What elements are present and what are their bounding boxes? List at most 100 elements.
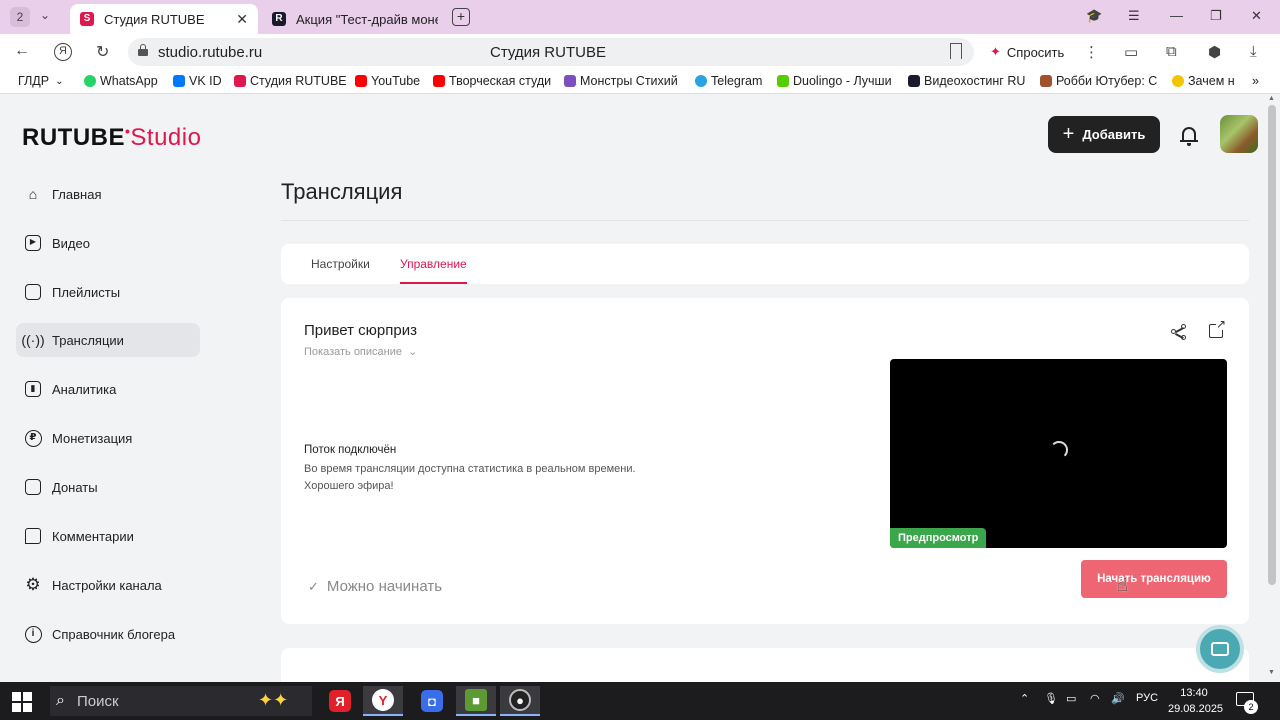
extensions-icon[interactable]: ⬢ xyxy=(1208,43,1221,61)
wifi-icon[interactable]: ◠ xyxy=(1090,692,1100,705)
taskbar-search-label: Поиск xyxy=(76,692,119,710)
sidebar-item-label: Плейлисты xyxy=(52,284,121,300)
minimize-icon[interactable]: — xyxy=(1170,8,1183,23)
volume-icon[interactable]: 🔊 xyxy=(1111,692,1125,705)
tab-settings[interactable]: Настройки xyxy=(311,257,370,271)
yandex-logo-icon[interactable]: Я xyxy=(54,43,72,61)
tabs-card: Настройки Управление xyxy=(281,244,1249,284)
youtube-icon xyxy=(433,75,445,87)
windows-start-icon[interactable] xyxy=(12,692,32,712)
ask-alice-button[interactable]: ✦ Спросить xyxy=(980,38,1074,66)
ready-status: ✓ Можно начинать xyxy=(308,578,442,595)
bookmark-whatsapp[interactable]: WhatsApp xyxy=(84,74,158,88)
bookmark-duolingo[interactable]: Duolingo - Лучши xyxy=(777,74,892,88)
clock-date: 29.08.2025 xyxy=(1168,703,1224,715)
bell-icon[interactable] xyxy=(1180,125,1198,146)
bookmark-videohosting[interactable]: Видеохостинг RU xyxy=(908,74,1025,88)
page-scrollbar[interactable] xyxy=(1268,105,1276,585)
battery-tray-icon[interactable]: ▭ xyxy=(1066,692,1076,705)
more-bookmarks-chevron-icon[interactable]: » xyxy=(1252,74,1259,88)
wallet-icon xyxy=(24,478,42,496)
url-field[interactable]: studio.rutube.ru Студия RUTUBE xyxy=(128,38,974,66)
reload-icon[interactable]: ↻ xyxy=(96,42,109,62)
rutube-studio-favicon-icon: S xyxy=(80,12,94,26)
avatar[interactable] xyxy=(1220,115,1258,153)
more-vertical-icon[interactable]: ⋮ xyxy=(1084,43,1099,61)
sidebar-item-monetization[interactable]: ₽ Монетизация xyxy=(16,421,200,455)
browser-tab-inactive[interactable]: R Акция "Тест-драйв моне xyxy=(262,4,448,34)
alice-spark-icon: ✦ xyxy=(990,44,1001,59)
copilot-sparkle-icon[interactable]: ✦✦ xyxy=(258,690,288,711)
tab-count-badge[interactable]: 2 xyxy=(10,7,30,27)
show-description-toggle[interactable]: Показать описание ⌄ xyxy=(304,345,417,358)
sidebar-item-label: Комментарии xyxy=(52,528,134,544)
analytics-icon: ▮ xyxy=(24,380,42,398)
ruble-icon: ₽ xyxy=(24,429,42,447)
add-button[interactable]: + Добавить xyxy=(1048,116,1160,153)
back-arrow-icon[interactable]: ← xyxy=(14,42,30,60)
bookmark-monsters[interactable]: Монстры Стихий xyxy=(564,74,678,88)
sidebar-item-donations[interactable]: Донаты xyxy=(16,470,200,504)
collections-icon[interactable]: ⧉ xyxy=(1166,43,1177,60)
tab-management[interactable]: Управление xyxy=(400,257,467,271)
support-chat-button[interactable] xyxy=(1196,625,1244,673)
bookmark-why[interactable]: Зачем н xyxy=(1172,74,1235,88)
browser-tab-active[interactable]: S Студия RUTUBE ✕ xyxy=(70,4,258,34)
plus-icon: + xyxy=(1062,123,1075,145)
restore-icon[interactable]: ❐ xyxy=(1210,8,1222,24)
start-broadcast-button[interactable]: Начать трансляцию xyxy=(1081,560,1227,598)
sidebar-item-label: Главная xyxy=(52,186,102,202)
sidebar-item-channel-settings[interactable]: ⚙ Настройки канала xyxy=(16,568,200,602)
loading-spinner-icon xyxy=(1050,441,1068,459)
sidebar-item-blogger-guide[interactable]: i Справочник блогера xyxy=(16,617,200,651)
bookmark-youtube[interactable]: YouTube xyxy=(355,74,420,88)
bookmark-vkid[interactable]: VK ID xyxy=(173,74,222,88)
share-icon[interactable] xyxy=(1171,324,1187,340)
close-tab-icon[interactable]: ✕ xyxy=(236,11,248,28)
tab-list-chevron-icon[interactable]: ⌄ xyxy=(40,8,50,22)
menu-icon[interactable]: ☰ xyxy=(1128,8,1140,24)
bookmark-telegram[interactable]: Telegram xyxy=(695,74,762,88)
sidebar-item-label: Трансляции xyxy=(52,332,124,348)
taskbar-yandex-app[interactable]: Я xyxy=(320,686,360,716)
sidebar-item-comments[interactable]: Комментарии xyxy=(16,519,200,553)
yandex-browser-icon: Y xyxy=(372,689,394,711)
tray-chevron-up-icon[interactable]: ⌃ xyxy=(1020,692,1029,705)
preview-badge: Предпросмотр xyxy=(890,528,987,548)
comment-icon xyxy=(24,527,42,545)
sidebar-item-label: Донаты xyxy=(52,479,98,495)
taskbar-minecraft-app[interactable]: ■ xyxy=(456,686,496,716)
bookmark-folder[interactable]: ГЛДР ⌄ xyxy=(18,74,63,88)
taskbar-discord-app[interactable]: ◘ xyxy=(412,686,452,716)
scroll-up-icon[interactable]: ▲ xyxy=(1268,95,1275,102)
bookmark-robbie[interactable]: Робби Ютубер: С xyxy=(1040,74,1157,88)
download-icon[interactable]: ⤓ xyxy=(1250,43,1257,60)
bookmark-creative-studio[interactable]: Творческая студи xyxy=(433,74,551,88)
search-icon: ⌕ xyxy=(56,692,65,709)
youtube-icon xyxy=(355,75,367,87)
scroll-down-icon[interactable]: ▼ xyxy=(1268,669,1275,676)
graduation-cap-icon[interactable]: 🎓 xyxy=(1086,8,1102,24)
sidebar-item-broadcasts[interactable]: ((·)) Трансляции xyxy=(16,323,200,357)
sidebar-item-home[interactable]: ⌂ Главная xyxy=(16,177,200,211)
language-indicator[interactable]: РУС xyxy=(1136,692,1158,704)
bookmark-rutube-studio[interactable]: Студия RUTUBE xyxy=(234,74,347,88)
open-external-icon[interactable]: ↗ xyxy=(1209,318,1226,338)
sidebar-item-video[interactable]: ▶ Видео xyxy=(16,226,200,260)
rutube-studio-icon xyxy=(234,75,246,87)
microphone-icon[interactable]: 🎙 xyxy=(1044,692,1058,705)
bookmark-icon[interactable] xyxy=(950,43,962,59)
status-heading: Поток подключён xyxy=(304,444,397,456)
new-tab-button[interactable]: + xyxy=(452,8,470,26)
taskbar-obs-app[interactable]: ● xyxy=(500,686,540,716)
ready-label: Можно начинать xyxy=(326,578,443,595)
sidebar-item-analytics[interactable]: ▮ Аналитика xyxy=(16,372,200,406)
stream-preview-player[interactable]: Предпросмотр xyxy=(890,359,1227,548)
close-window-icon[interactable]: ✕ xyxy=(1251,8,1262,24)
taskbar-yandex-browser[interactable]: Y xyxy=(363,686,403,716)
battery-icon[interactable]: ▭ xyxy=(1124,43,1138,61)
lock-icon xyxy=(138,44,148,56)
taskbar-clock[interactable]: 13:40 29.08.2025 xyxy=(1168,685,1224,717)
sidebar-item-playlists[interactable]: Плейлисты xyxy=(16,275,200,309)
rutube-studio-logo[interactable]: RUTUBE•Studio xyxy=(22,123,201,152)
